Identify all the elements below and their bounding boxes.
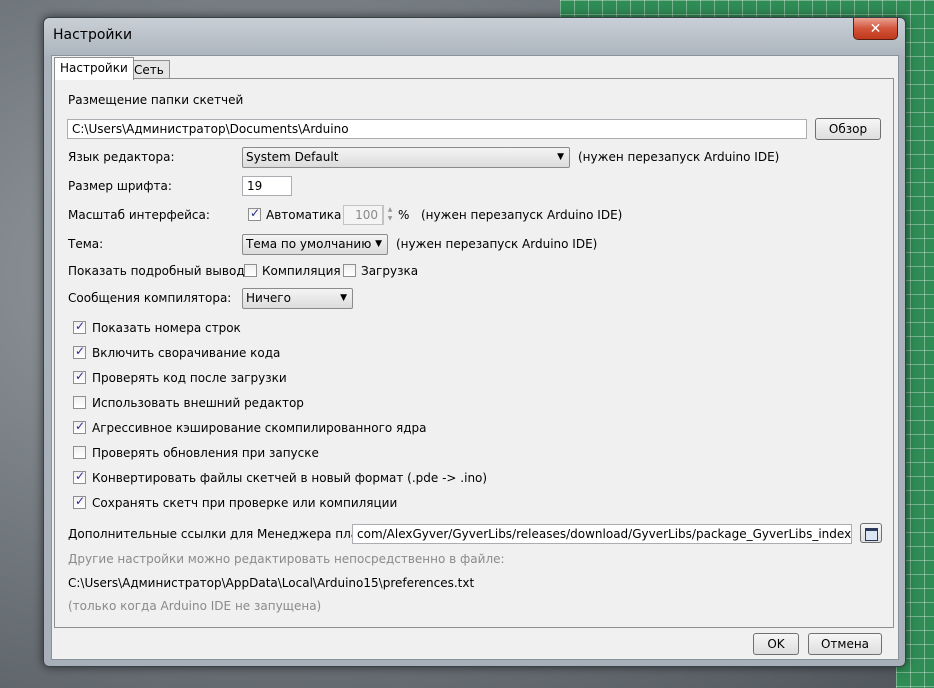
theme-note: (нужен перезапуск Arduino IDE) — [396, 237, 598, 251]
option-external-editor-checkbox[interactable] — [73, 396, 86, 409]
verbose-label: Показать подробный вывод: — [68, 264, 249, 278]
boards-manager-label: Дополнительные ссылки для Менеджера плат… — [68, 527, 370, 541]
interface-scale-label: Масштаб интерфейса: — [68, 208, 210, 222]
close-button[interactable]: ✕ — [853, 18, 898, 40]
check-icon: ✓ — [75, 369, 86, 383]
cancel-button[interactable]: Отмена — [808, 633, 882, 655]
theme-select[interactable]: Тема по умолчанию ▼ — [242, 234, 388, 255]
editor-language-label: Язык редактора: — [68, 150, 175, 164]
option-save-on-verify-checkbox[interactable]: ✓ — [73, 494, 86, 509]
edit-urls-button[interactable] — [860, 523, 882, 543]
sketchbook-label: Размещение папки скетчей — [68, 93, 244, 107]
desktop-cutting-mat-top — [560, 0, 934, 18]
editor-language-note: (нужен перезапуск Arduino IDE) — [578, 150, 780, 164]
option-line-numbers-label: Показать номера строк — [92, 321, 241, 335]
compiler-warnings-value: Ничего — [246, 291, 291, 305]
check-icon: ✓ — [75, 469, 86, 483]
more-prefs-note: (только когда Arduino IDE не запущена) — [68, 599, 322, 613]
sketchbook-path-input[interactable]: C:\Users\Администратор\Documents\Arduino — [67, 119, 807, 139]
verbose-compile-checkbox[interactable] — [244, 264, 257, 277]
option-convert-sketches-checkbox[interactable]: ✓ — [73, 469, 86, 484]
spinner-up-icon: ▲ — [387, 206, 393, 213]
chevron-down-icon: ▼ — [340, 293, 347, 303]
preferences-file-path: C:\Users\Администратор\AppData\Local\Ard… — [68, 576, 475, 590]
scale-unit: % — [398, 208, 410, 222]
spinner-down-icon: ▼ — [387, 215, 393, 222]
verbose-upload-label: Загрузка — [361, 264, 419, 278]
compiler-warnings-select[interactable]: Ничего ▼ — [242, 288, 353, 309]
settings-panel: Размещение папки скетчей C:\Users\Админи… — [54, 78, 894, 628]
close-icon: ✕ — [869, 20, 882, 37]
tab-settings[interactable]: Настройки — [54, 57, 134, 80]
option-check-updates-checkbox[interactable] — [73, 446, 86, 459]
auto-scale-label: Автоматика — [266, 208, 342, 222]
option-line-numbers-checkbox[interactable]: ✓ — [73, 319, 86, 334]
font-size-label: Размер шрифта: — [68, 179, 172, 193]
option-verify-upload-checkbox[interactable]: ✓ — [73, 369, 86, 384]
editor-language-value: System Default — [246, 150, 339, 164]
auto-scale-checkbox[interactable]: ✓ — [248, 206, 261, 221]
option-convert-sketches-label: Конвертировать файлы скетчей в новый фор… — [92, 471, 488, 485]
theme-label: Тема: — [68, 237, 104, 251]
option-core-cache-checkbox[interactable]: ✓ — [73, 419, 86, 434]
compiler-warnings-label: Сообщения компилятора: — [68, 291, 232, 305]
theme-value: Тема по умолчанию — [246, 237, 372, 251]
option-check-updates-label: Проверять обновления при запуске — [92, 446, 319, 460]
scale-value-input[interactable]: 100 — [343, 205, 383, 225]
verbose-compile-label: Компиляция — [262, 264, 341, 278]
check-icon: ✓ — [75, 319, 86, 333]
option-external-editor-label: Использовать внешний редактор — [92, 396, 304, 410]
more-prefs-hint: Другие настройки можно редактировать неп… — [68, 552, 505, 566]
option-core-cache-label: Агрессивное кэширование скомпилированног… — [92, 421, 427, 435]
ok-button[interactable]: OK — [753, 633, 799, 655]
editor-language-select[interactable]: System Default ▼ — [242, 147, 570, 168]
check-icon: ✓ — [75, 419, 86, 433]
option-code-folding-label: Включить сворачивание кода — [92, 346, 281, 360]
check-icon: ✓ — [250, 206, 261, 220]
boards-manager-url-input[interactable]: com/AlexGyver/GyverLibs/releases/downloa… — [352, 524, 852, 544]
dialog-client-area: Настройки Сеть Размещение папки скетчей … — [51, 55, 899, 660]
option-verify-upload-label: Проверять код после загрузки — [92, 371, 287, 385]
window-icon — [864, 528, 878, 541]
check-icon: ✓ — [75, 344, 86, 358]
preferences-window: Настройки ✕ Настройки Сеть Размещение па… — [43, 17, 906, 667]
tab-network[interactable]: Сеть — [128, 60, 170, 79]
window-title: Настройки — [53, 27, 133, 43]
option-code-folding-checkbox[interactable]: ✓ — [73, 344, 86, 359]
interface-scale-note: (нужен перезапуск Arduino IDE) — [421, 208, 623, 222]
chevron-down-icon: ▼ — [375, 239, 382, 249]
chevron-down-icon: ▼ — [557, 152, 564, 162]
verbose-upload-checkbox[interactable] — [343, 264, 356, 277]
check-icon: ✓ — [75, 494, 86, 508]
browse-button[interactable]: Обзор — [815, 118, 881, 140]
scale-spinner-arrows[interactable]: ▲ ▼ — [383, 205, 396, 225]
font-size-input[interactable]: 19 — [242, 176, 292, 196]
option-save-on-verify-label: Сохранять скетч при проверке или компиля… — [92, 496, 398, 510]
